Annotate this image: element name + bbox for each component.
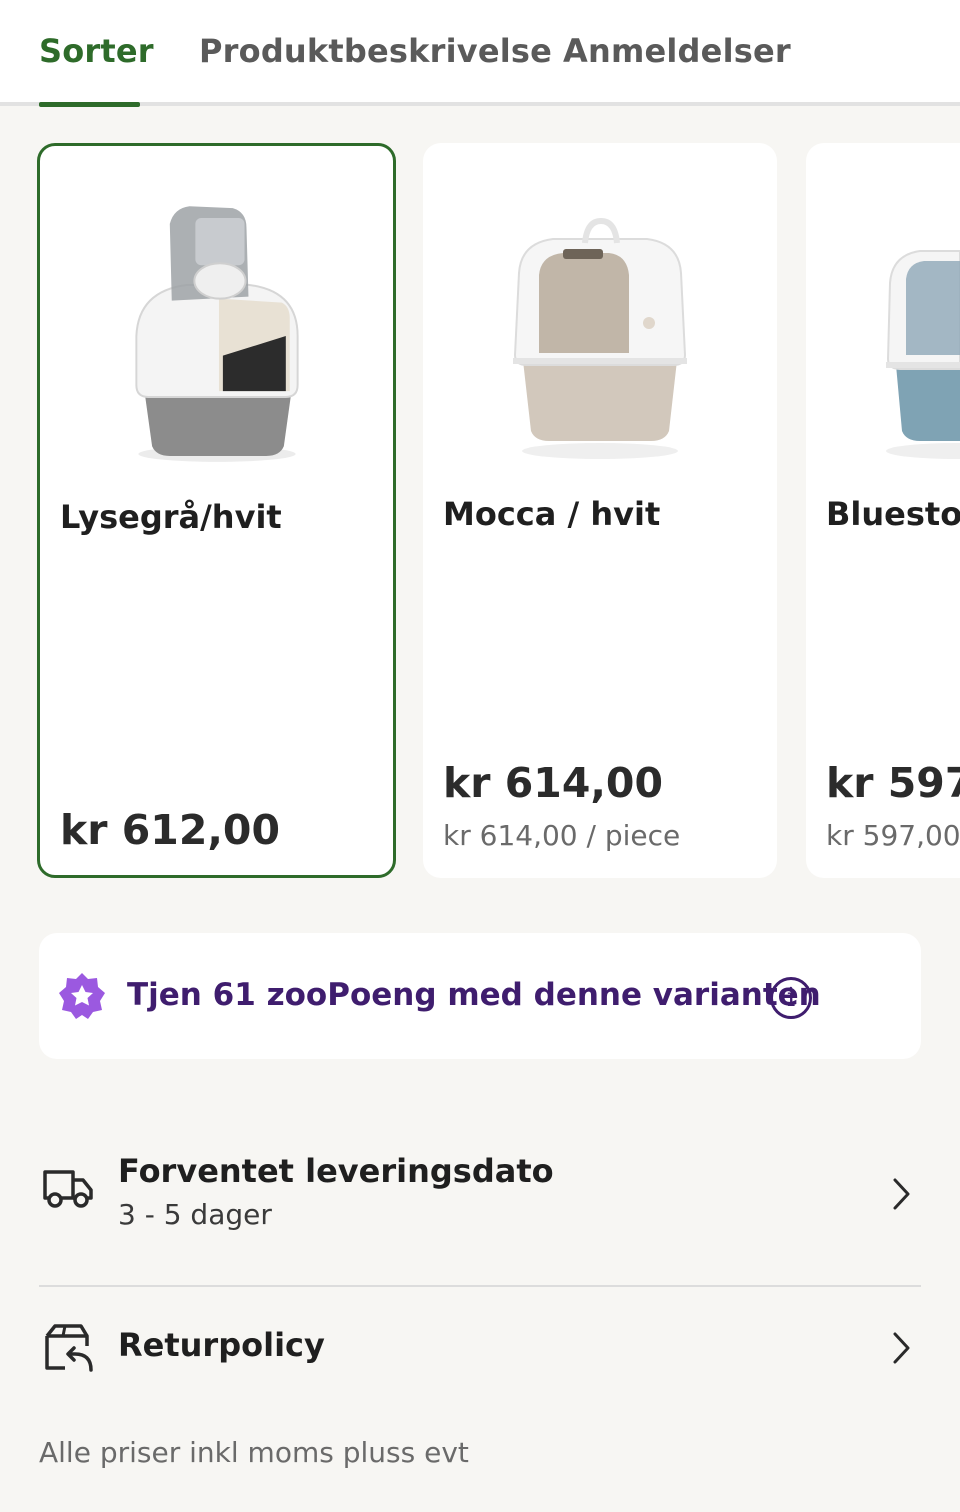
delivery-title: Forventet leveringsdato: [118, 1152, 554, 1190]
active-tab-indicator: [39, 102, 140, 107]
tab-bar: Sorter Produktbeskrivelse Anmeldelser: [0, 0, 960, 107]
info-icon[interactable]: i: [770, 977, 812, 1019]
variant-card-mocca[interactable]: Mocca / hvit kr 614,00 kr 614,00 / piece: [423, 143, 777, 878]
variant-name: Bluestone / hvit: [826, 495, 960, 533]
tab-anmeldelser[interactable]: Anmeldelser: [563, 32, 791, 70]
tab-produktbeskrivelse[interactable]: Produktbeskrivelse: [199, 32, 552, 70]
variant-unit-price: kr 597,00 / piece: [826, 819, 960, 852]
zoopoeng-text: Tjen 61 zooPoeng med denne varianten: [127, 977, 821, 1013]
zoopoeng-banner: Tjen 61 zooPoeng med denne varianten i: [39, 933, 921, 1059]
variant-price: kr 612,00: [60, 806, 280, 854]
variant-unit-price: kr 614,00 / piece: [443, 819, 681, 852]
return-policy-title: Returpolicy: [118, 1326, 325, 1364]
variant-price: kr 614,00: [443, 759, 663, 807]
delivery-date-row[interactable]: Forventet leveringsdato 3 - 5 dager: [39, 1140, 921, 1250]
badge-star-icon: [59, 973, 105, 1019]
divider: [39, 1285, 921, 1287]
variant-card-lysegra[interactable]: Lysegrå/hvit kr 612,00: [37, 143, 396, 878]
litter-box-mocca-image: [513, 217, 687, 459]
delivery-subtitle: 3 - 5 dager: [118, 1198, 272, 1231]
litter-box-blue-image: [886, 250, 960, 459]
variant-price: kr 597,00: [826, 759, 960, 807]
price-footnote: Alle priser inkl moms pluss evt: [39, 1436, 469, 1469]
litter-box-grey-image: [135, 206, 299, 462]
return-box-icon: [45, 1324, 93, 1372]
return-policy-row[interactable]: Returpolicy: [39, 1310, 921, 1390]
tab-sorter[interactable]: Sorter: [39, 32, 154, 70]
variant-name: Lysegrå/hvit: [60, 498, 282, 536]
variant-card-bluestone[interactable]: Bluestone / hvit kr 597,00 kr 597,00 / p…: [806, 143, 960, 878]
variant-name: Mocca / hvit: [443, 495, 661, 533]
chevron-right-icon: [893, 1178, 910, 1210]
truck-icon: [43, 1170, 93, 1208]
chevron-right-icon: [893, 1332, 910, 1364]
